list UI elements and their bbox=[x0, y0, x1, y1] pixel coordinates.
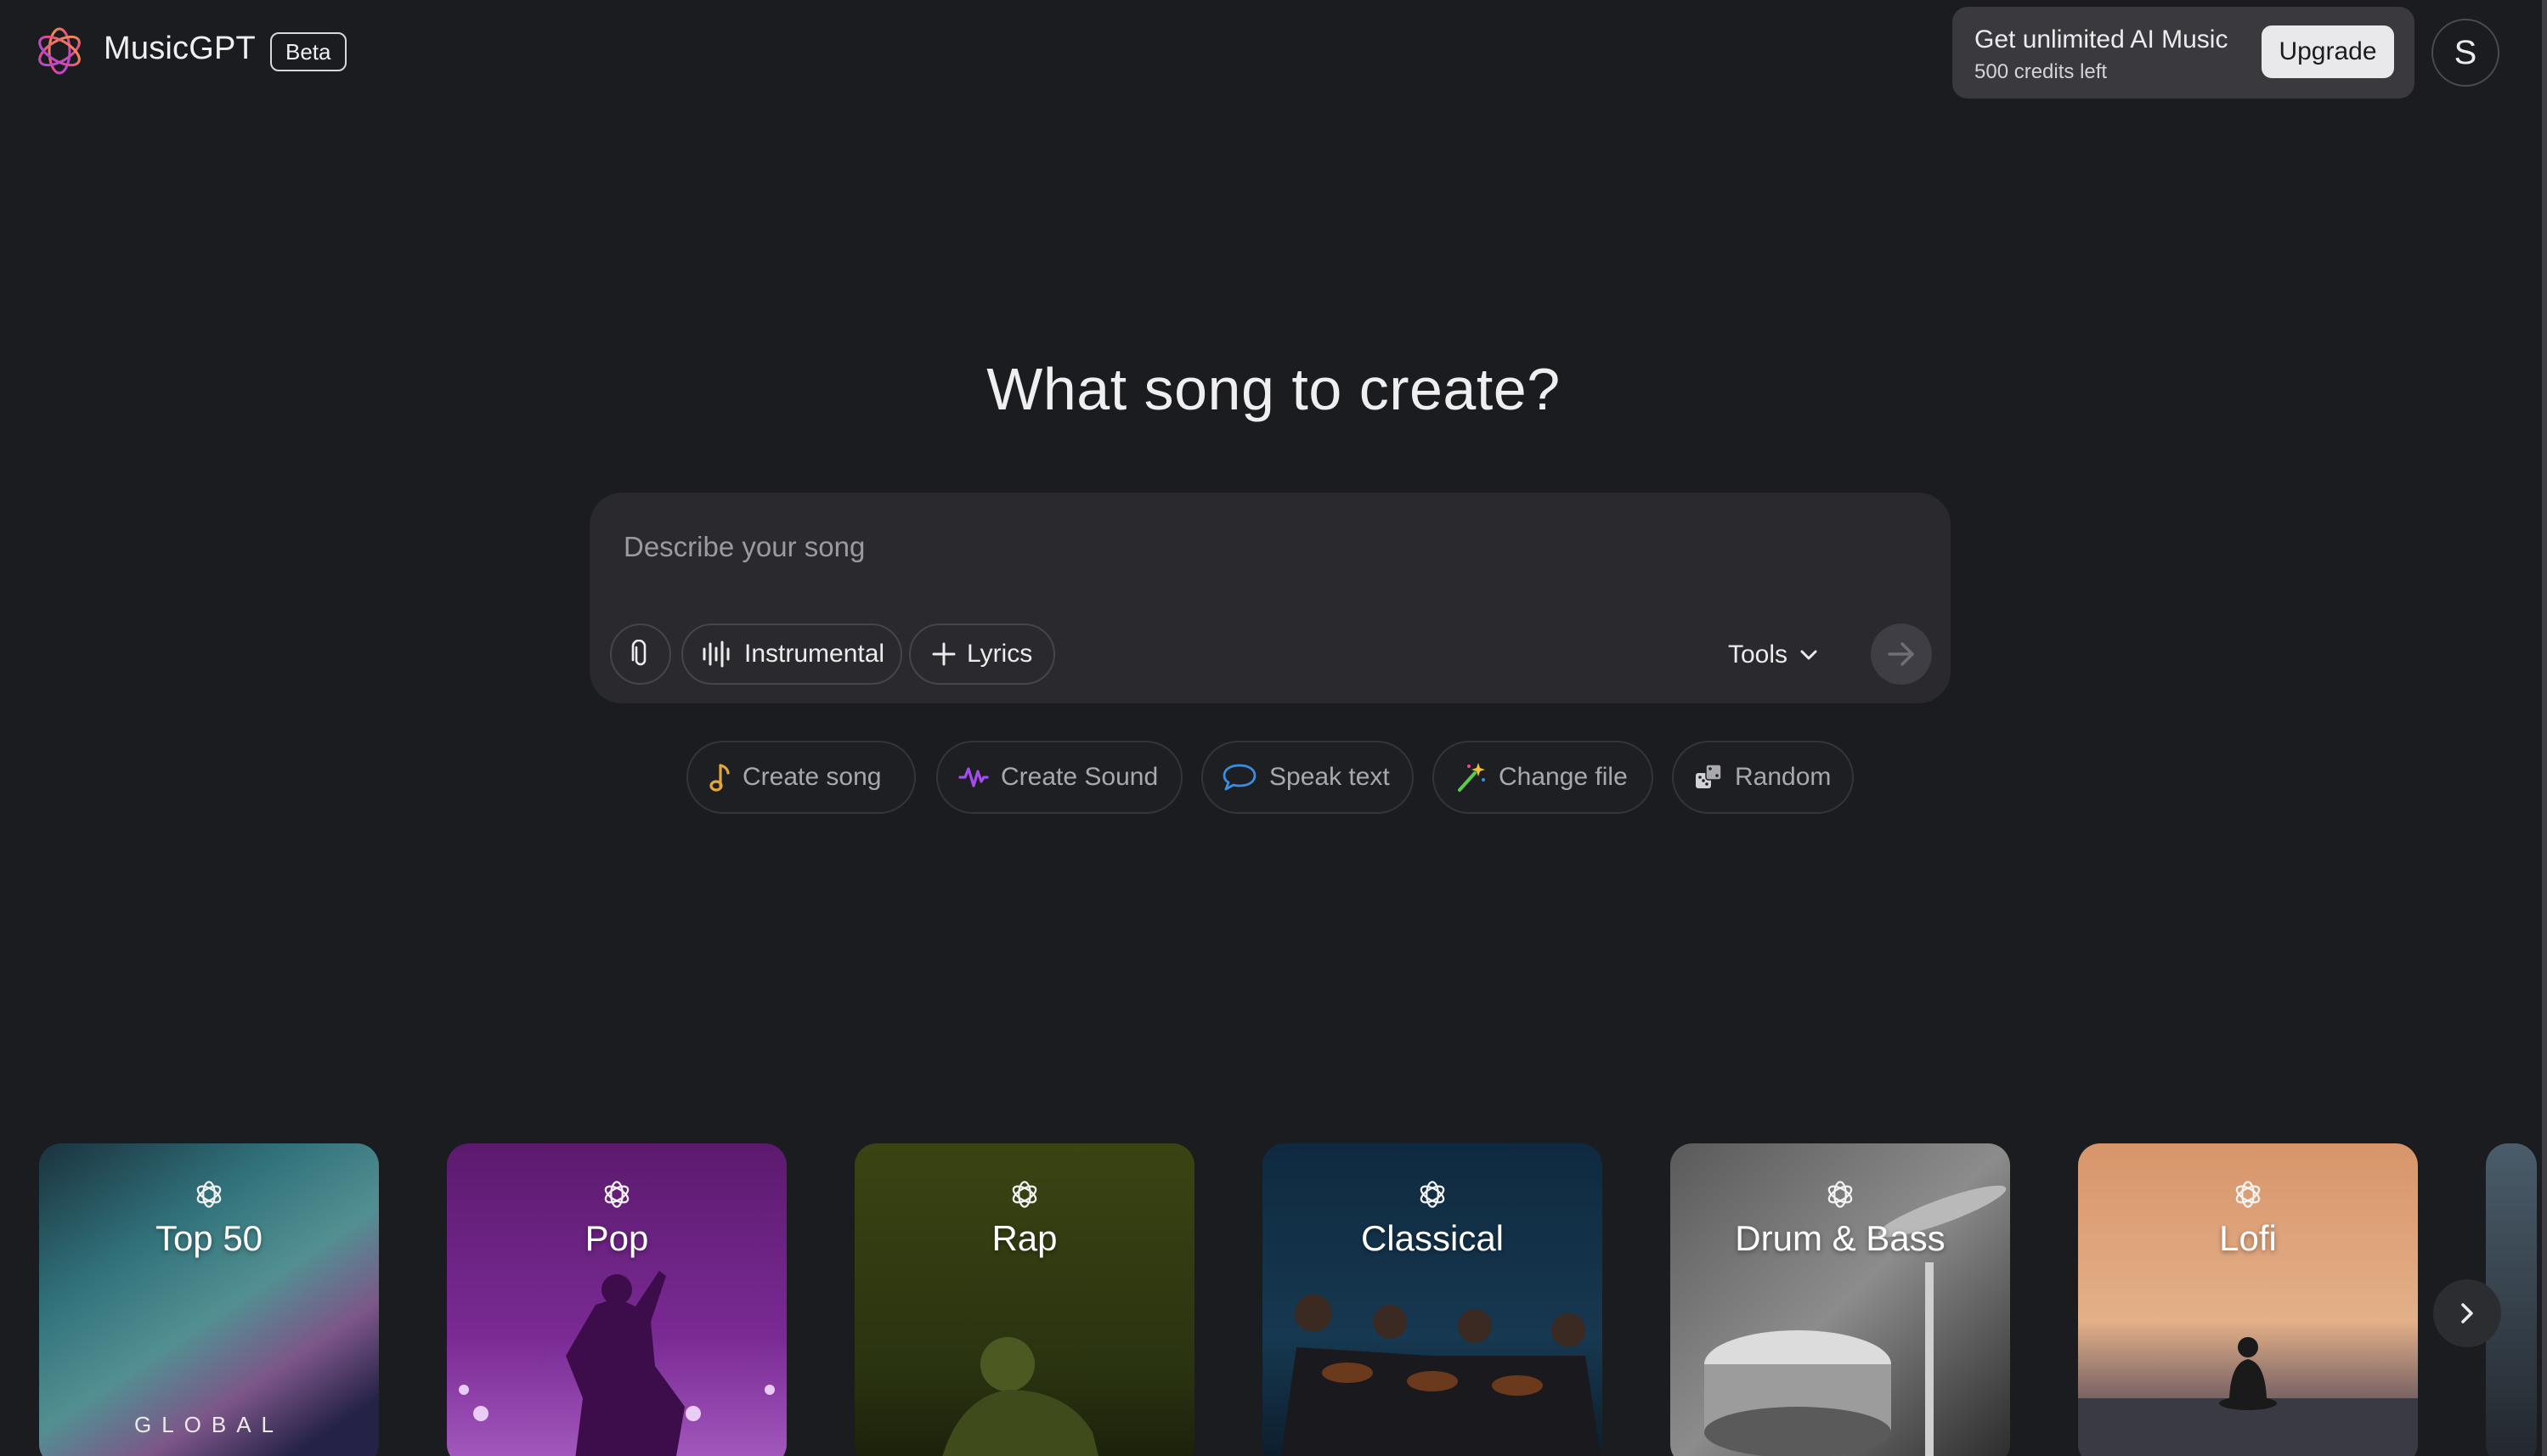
genre-label: Top 50 bbox=[155, 1218, 263, 1258]
waveform-icon bbox=[702, 641, 734, 668]
musicgpt-logo-icon bbox=[604, 1181, 630, 1208]
genre-card-rap[interactable]: Rap bbox=[855, 1143, 1194, 1456]
plus-icon bbox=[931, 641, 957, 667]
speak-text-label: Speak text bbox=[1269, 763, 1390, 791]
genre-label: Drum & Bass bbox=[1735, 1218, 1946, 1258]
beta-badge: Beta bbox=[270, 32, 347, 71]
chevron-right-icon bbox=[2461, 1303, 2473, 1323]
speak-text-button[interactable]: Speak text bbox=[1201, 741, 1414, 814]
genre-card-drum-and-bass[interactable]: Drum & Bass bbox=[1670, 1143, 2010, 1456]
instrumental-toggle[interactable]: Instrumental bbox=[681, 624, 902, 685]
genre-card-lofi[interactable]: Lofi bbox=[2078, 1143, 2418, 1456]
musicgpt-logo-icon bbox=[1012, 1181, 1037, 1208]
chevron-down-icon bbox=[1799, 649, 1818, 661]
upgrade-title: Get unlimited AI Music bbox=[1974, 25, 2228, 54]
attach-file-button[interactable] bbox=[610, 624, 671, 685]
speech-bubble-icon bbox=[1222, 762, 1257, 793]
genre-sublabel: GLOBAL bbox=[133, 1412, 285, 1437]
musicgpt-logo-icon bbox=[1827, 1181, 1853, 1208]
genre-label: Rap bbox=[991, 1218, 1058, 1258]
magic-wand-icon bbox=[1454, 761, 1487, 793]
change-file-label: Change file bbox=[1499, 763, 1628, 791]
app-root: MusicGPT Beta Get unlimited AI Music 500… bbox=[0, 0, 2547, 1456]
upgrade-banner: Get unlimited AI Music 500 credits left … bbox=[1952, 7, 2414, 99]
lyrics-label: Lyrics bbox=[967, 640, 1033, 668]
musicgpt-logo-icon bbox=[1420, 1181, 1445, 1208]
prompt-box: Instrumental Lyrics Tools bbox=[590, 493, 1951, 703]
create-sound-button[interactable]: Create Sound bbox=[936, 741, 1183, 814]
music-note-icon bbox=[709, 762, 731, 793]
brand-name[interactable]: MusicGPT bbox=[104, 31, 256, 67]
tools-dropdown[interactable]: Tools bbox=[1728, 632, 1818, 678]
lyrics-button[interactable]: Lyrics bbox=[909, 624, 1055, 685]
random-button[interactable]: Random bbox=[1672, 741, 1854, 814]
paperclip-icon bbox=[631, 640, 647, 666]
waveform-icon bbox=[958, 765, 989, 790]
musicgpt-logo-icon[interactable] bbox=[32, 24, 87, 78]
upgrade-button[interactable]: Upgrade bbox=[2262, 25, 2394, 78]
create-song-label: Create song bbox=[743, 763, 882, 791]
genre-card-classical[interactable]: Classical bbox=[1262, 1143, 1602, 1456]
instrumental-label: Instrumental bbox=[744, 640, 885, 668]
user-avatar[interactable]: S bbox=[2431, 19, 2499, 87]
random-label: Random bbox=[1735, 763, 1832, 791]
page-title: What song to create? bbox=[986, 356, 1561, 422]
change-file-button[interactable]: Change file bbox=[1432, 741, 1653, 814]
submit-button[interactable] bbox=[1871, 624, 1932, 685]
genre-card-pop[interactable]: Pop bbox=[447, 1143, 787, 1456]
genre-card-top-50[interactable]: Top 50 GLOBAL bbox=[39, 1143, 379, 1456]
genre-label: Pop bbox=[585, 1218, 649, 1258]
musicgpt-logo-icon bbox=[2235, 1181, 2261, 1208]
page-scrollbar[interactable] bbox=[2542, 0, 2547, 1456]
genre-label: Classical bbox=[1360, 1218, 1505, 1258]
tools-label: Tools bbox=[1728, 641, 1788, 669]
create-song-button[interactable]: Create song bbox=[686, 741, 916, 814]
credits-left: 500 credits left bbox=[1974, 60, 2108, 83]
musicgpt-logo-icon bbox=[196, 1181, 222, 1208]
create-sound-label: Create Sound bbox=[1001, 763, 1159, 791]
dice-icon bbox=[1694, 763, 1723, 792]
song-description-input[interactable] bbox=[624, 523, 1728, 571]
arrow-right-icon bbox=[1888, 642, 1914, 666]
carousel-next-button[interactable] bbox=[2433, 1279, 2501, 1347]
genre-label: Lofi bbox=[2219, 1218, 2277, 1258]
